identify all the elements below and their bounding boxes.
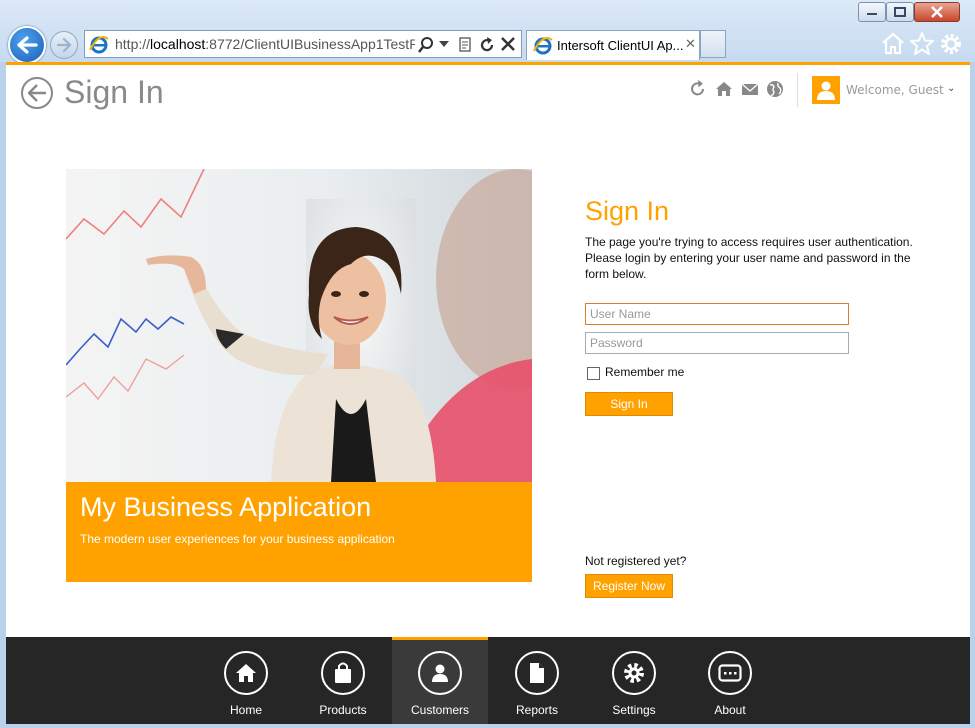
- shopping-bag-icon: [335, 662, 351, 683]
- minimize-button[interactable]: [858, 2, 886, 22]
- nav-circle: [708, 651, 752, 695]
- home-icon[interactable]: [880, 31, 906, 55]
- user-icon: [432, 664, 448, 682]
- nav-label: Settings: [612, 703, 656, 717]
- nav-item-reports[interactable]: Reports: [489, 637, 585, 727]
- search-icon[interactable]: [417, 36, 435, 54]
- nav-label: Home: [229, 703, 262, 717]
- app-window: Sign In Welcome, Guest ⌄ My Business App…: [6, 62, 970, 727]
- address-url[interactable]: http://localhost:8772/ClientUIBusinessAp…: [115, 36, 415, 52]
- hero-panel: My Business Application The modern user …: [66, 169, 532, 582]
- page-title: Sign In: [64, 74, 164, 110]
- url-host: localhost: [150, 36, 206, 52]
- browser-forward-button[interactable]: [50, 31, 78, 59]
- window-frame-right: [970, 62, 975, 728]
- user-icon: [817, 81, 835, 100]
- chevron-down-icon[interactable]: ⌄: [947, 83, 955, 94]
- ie-logo-icon: [89, 36, 109, 54]
- maximize-button[interactable]: [886, 2, 914, 22]
- nav-item-products[interactable]: Products: [295, 637, 391, 727]
- hero-photo-image: [66, 169, 532, 482]
- header-separator: [797, 73, 798, 107]
- hero-banner: My Business Application The modern user …: [66, 482, 532, 582]
- nav-circle: [224, 651, 268, 695]
- nav-label: About: [714, 703, 746, 717]
- nav-circle: [515, 651, 559, 695]
- nav-circle: [321, 651, 365, 695]
- message-icon: [718, 664, 742, 682]
- remember-me-checkbox[interactable]: [587, 367, 600, 380]
- nav-item-about[interactable]: About: [682, 637, 778, 727]
- stop-icon[interactable]: [500, 36, 516, 52]
- hero-subtitle: The modern user experiences for your bus…: [80, 532, 395, 546]
- refresh-icon[interactable]: [478, 36, 496, 54]
- nav-label: Products: [319, 703, 367, 717]
- register-now-button[interactable]: Register Now: [585, 574, 673, 598]
- form-title: Sign In: [585, 196, 670, 226]
- url-path: :8772/ClientUIBusinessApp1TestPag: [205, 36, 415, 52]
- new-tab-button[interactable]: [700, 30, 726, 58]
- password-input[interactable]: Password: [585, 332, 849, 354]
- tab-title: Intersoft ClientUI Ap...: [557, 38, 684, 53]
- bottom-navigation: Home Products Customers Reports Settings…: [6, 637, 970, 727]
- not-registered-text: Not registered yet?: [585, 554, 687, 568]
- arrow-right-icon: [56, 38, 72, 52]
- back-circle-icon[interactable]: [20, 76, 54, 110]
- arrow-left-icon: [17, 36, 38, 54]
- home-icon[interactable]: [715, 80, 733, 98]
- close-window-button[interactable]: [914, 2, 960, 22]
- address-bar[interactable]: http://localhost:8772/ClientUIBusinessAp…: [84, 30, 522, 58]
- username-input[interactable]: User Name: [585, 303, 849, 325]
- nav-item-home[interactable]: Home: [198, 637, 294, 727]
- gear-icon: [624, 663, 644, 683]
- window-frame-bottom: [0, 724, 975, 728]
- minimize-icon: [867, 13, 877, 15]
- compatibility-view-icon[interactable]: [457, 36, 473, 54]
- welcome-text[interactable]: Welcome, Guest: [846, 83, 944, 97]
- nav-label: Customers: [410, 703, 469, 717]
- url-prefix: http://: [115, 36, 151, 52]
- home-icon: [236, 664, 256, 682]
- avatar[interactable]: [812, 76, 840, 104]
- mail-icon[interactable]: [741, 80, 759, 98]
- browser-chrome: http://localhost:8772/ClientUIBusinessAp…: [0, 0, 975, 64]
- browser-tab-active[interactable]: Intersoft ClientUI Ap... ✕: [526, 30, 700, 60]
- refresh-icon[interactable]: [689, 80, 707, 98]
- favorites-star-icon[interactable]: [909, 31, 935, 55]
- maximize-icon: [894, 7, 906, 17]
- tab-close-button[interactable]: ✕: [685, 37, 696, 52]
- close-icon: [931, 6, 943, 18]
- nav-circle: [612, 651, 656, 695]
- nav-item-customers[interactable]: Customers: [392, 637, 488, 727]
- remember-me-label[interactable]: Remember me: [605, 365, 684, 379]
- document-icon: [530, 663, 544, 683]
- nav-circle: [418, 651, 462, 695]
- browser-back-button[interactable]: [8, 26, 46, 64]
- nav-item-settings[interactable]: Settings: [586, 637, 682, 727]
- globe-icon[interactable]: [766, 80, 784, 98]
- nav-label: Reports: [515, 703, 559, 717]
- app-header: Sign In Welcome, Guest ⌄: [6, 65, 970, 121]
- dropdown-arrow-icon[interactable]: [439, 41, 449, 49]
- hero-title: My Business Application: [80, 492, 372, 522]
- form-description: The page you're trying to access require…: [585, 235, 913, 281]
- tools-gear-icon[interactable]: [938, 31, 964, 57]
- sign-in-button[interactable]: Sign In: [585, 392, 673, 416]
- ie-logo-icon: [533, 37, 553, 55]
